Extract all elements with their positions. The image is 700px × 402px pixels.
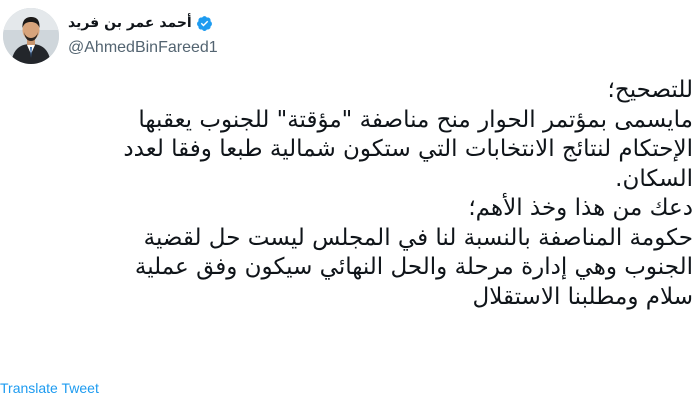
author-handle[interactable]: @AhmedBinFareed1: [68, 39, 218, 57]
tweet-text: للتصحيح؛ مايسمى بمؤتمر الحوار منح مناصفة…: [0, 76, 693, 312]
tweet-line: السكان.: [615, 165, 693, 192]
tweet-header: أحمد عمر بن فريد @AhmedBinFareed1: [0, 6, 700, 68]
tweet-line: الإحتكام لنتائج الانتخابات التي ستكون شم…: [123, 136, 693, 162]
tweet-line: مايسمى بمؤتمر الحوار منح مناصفة "مؤقتة" …: [138, 106, 693, 133]
tweet-line: دعك من هذا وخذ الأهم؛: [468, 195, 693, 221]
tweet-line: حكومة المناصفة بالنسبة لنا في المجلس ليس…: [143, 224, 693, 251]
author-display-name[interactable]: أحمد عمر بن فريد: [68, 15, 192, 31]
tweet-line: سلام ومطلبنا الاستقلال: [472, 283, 693, 310]
avatar[interactable]: [3, 8, 59, 64]
avatar-image: [3, 8, 59, 64]
author-name-row[interactable]: أحمد عمر بن فريد: [68, 12, 213, 34]
translate-tweet-link[interactable]: Translate Tweet: [0, 380, 99, 396]
tweet-line: للتصحيح؛: [607, 77, 693, 103]
tweet-line: الجنوب وهي إدارة مرحلة والحل النهائي سيك…: [134, 254, 693, 280]
verified-badge-icon: [196, 15, 213, 32]
